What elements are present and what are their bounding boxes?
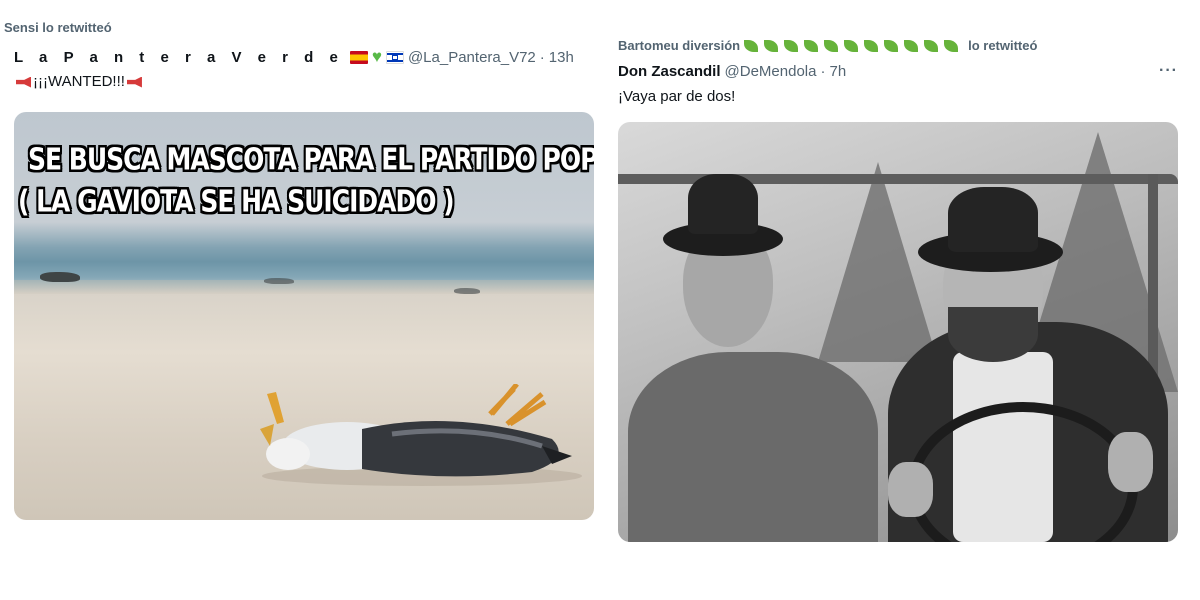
retweet-label: lo retwitteó (968, 38, 1038, 53)
bowler-hat (948, 187, 1038, 252)
tweet-text-content: ¡¡¡WANTED!!! (33, 73, 125, 90)
tweet-media-image[interactable] (618, 122, 1178, 542)
retweeter-name[interactable]: Bartomeu diversión (618, 38, 740, 53)
leaf-icon (764, 39, 779, 52)
tweet-text: ¡Vaya par de dos! (618, 88, 736, 105)
separator-dot: · (820, 63, 826, 80)
rock (454, 288, 480, 294)
leaf-icon (904, 39, 919, 52)
megaphone-icon (16, 76, 31, 88)
leaf-icon (744, 39, 759, 52)
leaf-icon (784, 39, 799, 52)
author-display-name[interactable]: Don Zascandil (618, 63, 721, 80)
more-options-icon[interactable]: ··· (1159, 62, 1178, 80)
hand (888, 462, 933, 517)
retweet-context[interactable]: Bartomeu diversión lo retwitteó (618, 38, 1037, 53)
tweet-text: ¡¡¡WANTED!!! (14, 73, 144, 90)
author-handle[interactable]: @DeMendola (725, 63, 817, 80)
meme-caption-line-1: SE BUSCA MASCOTA PARA EL PARTIDO POPULAR (28, 142, 594, 177)
rock (264, 278, 294, 284)
retweet-context[interactable]: Sensi lo retwitteó (4, 20, 112, 35)
leaf-icon (804, 39, 819, 52)
author-display-name[interactable]: L a P a n t e r a V e r d e (14, 49, 344, 66)
dead-seagull-illustration (260, 384, 582, 486)
spain-flag-icon (349, 50, 368, 64)
leaf-icon (864, 39, 879, 52)
leaf-emojis (744, 39, 964, 52)
meme-caption-line-2: ( LA GAVIOTA SE HA SUICIDADO ) (18, 184, 455, 219)
author-handle[interactable]: @La_Pantera_V72 (408, 49, 536, 66)
leaf-icon (884, 39, 899, 52)
beard (948, 307, 1038, 362)
rock (40, 272, 80, 282)
megaphone-icon (126, 76, 142, 88)
leaf-icon (944, 39, 959, 52)
retweeted-tweet-zascandil[interactable]: Bartomeu diversión lo retwitteó Don Zasc… (606, 0, 1200, 600)
person-left (618, 122, 898, 542)
tweet-header: Don Zascandil @DeMendola · 7h (618, 63, 846, 80)
bowler-hat (688, 174, 758, 234)
leaf-icon (844, 39, 859, 52)
leaf-icon (924, 39, 939, 52)
green-heart-icon: ♥ (371, 47, 382, 66)
person-right (878, 122, 1178, 542)
retweeted-tweet-pantera[interactable]: Sensi lo retwitteó L a P a n t e r a V e… (0, 0, 600, 600)
tweet-timestamp[interactable]: 13h (549, 49, 574, 66)
tweet-media-image[interactable]: SE BUSCA MASCOTA PARA EL PARTIDO POPULAR… (14, 112, 594, 520)
hand (1108, 432, 1153, 492)
coat (628, 352, 878, 542)
leaf-icon (824, 39, 839, 52)
tweet-header: L a P a n t e r a V e r d e ♥ @La_Panter… (14, 47, 574, 67)
tweet-timestamp[interactable]: 7h (829, 63, 846, 80)
israel-flag-icon (385, 50, 404, 64)
retweet-label: Sensi lo retwitteó (4, 20, 112, 35)
separator-dot: · (539, 48, 545, 66)
shoreline (14, 280, 594, 294)
